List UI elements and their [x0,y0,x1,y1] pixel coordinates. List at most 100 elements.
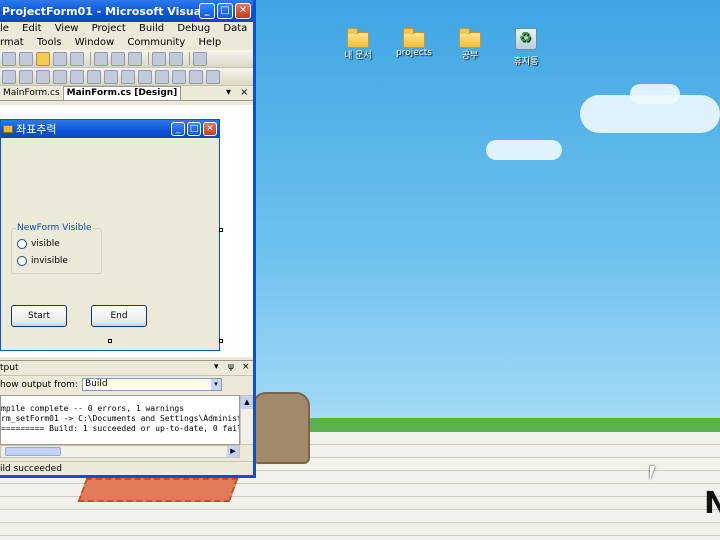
output-line: ========= Build: 1 succeeded or up-to-da… [1,424,240,433]
recycle-bin-icon [515,28,537,50]
mouse-cursor-icon [650,466,655,480]
menu-edit[interactable]: Edit [22,23,41,34]
output-line: mpile complete -- 0 errors, 1 warnings [1,404,185,413]
close-button[interactable]: ✕ [235,3,251,19]
document-tabs: MainForm.cs MainForm.cs [Design] ▾ × [0,86,253,101]
radio-visible[interactable]: visible [17,239,60,249]
scroll-thumb[interactable] [5,447,61,456]
menu-build[interactable]: Build [139,23,164,34]
output-line: rm_setForm01 -> C:\Documents and Setting… [1,414,240,423]
form-maximize-button[interactable]: □ [187,122,201,136]
maximize-button[interactable]: □ [217,3,233,19]
tab-mainform-design[interactable]: MainForm.cs [Design] [62,86,182,100]
toolbar-separator [148,52,149,65]
make-same-size-icon[interactable] [138,69,152,84]
open-icon[interactable] [36,51,50,66]
toolbar-separator [90,52,91,65]
designed-form[interactable]: 좌표추력 _ □ ✕ NewForm Visible visible invis… [0,119,220,351]
add-item-icon[interactable] [19,51,33,66]
radio-label: invisible [31,256,68,266]
cut-icon[interactable] [94,51,108,66]
form-close-button[interactable]: ✕ [203,122,217,136]
output-text[interactable]: mpile complete -- 0 errors, 1 warnings rm… [0,395,240,445]
resize-handle[interactable] [219,228,223,232]
radio-circle[interactable] [17,239,27,249]
bring-to-front-icon[interactable] [189,69,203,84]
spacing-icon[interactable] [172,69,186,84]
end-button[interactable]: End [91,305,147,327]
make-same-height-icon[interactable] [121,69,135,84]
new-project-icon[interactable] [2,51,16,66]
desktop-icon-projects[interactable]: projects [384,28,444,58]
make-same-width-icon[interactable] [104,69,118,84]
visual-studio-window[interactable]: ProjectForm01 - Microsoft Visual ... _ □… [0,0,256,478]
output-header: tput ▾ ψ × [0,361,253,376]
size-to-grid-icon[interactable] [155,69,169,84]
chevron-down-icon[interactable]: ▾ [210,379,221,390]
tab-close-icon[interactable]: × [240,87,248,98]
menu-bar-second-row: rmat Tools Window Community Help [0,36,253,50]
navigate-icon[interactable] [193,51,207,66]
form-titlebar[interactable]: 좌표추력 _ □ ✕ [1,120,219,138]
paste-icon[interactable] [128,51,142,66]
status-bar: ild succeeded [0,461,253,475]
desktop-icon-recycle-bin[interactable]: 휴지통 [496,28,556,67]
radio-circle[interactable] [17,256,27,266]
align-top-icon[interactable] [53,69,67,84]
output-horizontal-scrollbar[interactable]: ▶ [0,445,240,458]
radio-invisible[interactable]: invisible [17,256,68,266]
cloud [486,140,562,160]
tab-menu-icon[interactable]: ▾ [226,87,231,98]
send-to-back-icon[interactable] [206,69,220,84]
toolbar-separator [189,52,190,65]
menu-view[interactable]: View [55,23,79,34]
output-panel: tput ▾ ψ × how output from: Build ▾ mpil… [0,360,253,475]
newform-visible-groupbox[interactable]: NewForm Visible visible invisible [11,223,102,274]
rug [77,478,239,502]
output-source-select[interactable]: Build ▾ [81,378,222,391]
undo-icon[interactable] [152,51,166,66]
standard-toolbar [0,50,253,68]
align-right-icon[interactable] [36,69,50,84]
start-button[interactable]: Start [11,305,67,327]
groupbox-title: NewForm Visible [16,223,93,233]
desktop-icon-study[interactable]: 공부 [440,28,500,61]
resize-handle[interactable] [108,339,112,343]
show-output-label: how output from: [0,379,78,390]
desktop-icon-documents[interactable]: 내 문서 [328,28,388,61]
menu-format[interactable]: rmat [0,37,24,48]
resize-handle[interactable] [219,339,223,343]
scroll-right-icon[interactable]: ▶ [227,446,239,457]
menu-community[interactable]: Community [127,37,185,48]
output-vertical-scrollbar[interactable]: ▲ [240,395,253,445]
align-left-icon[interactable] [2,69,16,84]
align-middle-icon[interactable] [70,69,84,84]
desktop-icon-label: projects [396,48,432,58]
menu-help[interactable]: Help [198,37,221,48]
save-all-icon[interactable] [70,51,84,66]
panel-menu-icon[interactable]: ▾ [214,362,219,372]
menu-data[interactable]: Data [223,23,247,34]
cloud [630,84,680,104]
desktop-icon-label: 내 문서 [344,51,372,61]
menu-tools[interactable]: Tools [37,37,62,48]
align-center-icon[interactable] [19,69,33,84]
window-titlebar[interactable]: ProjectForm01 - Microsoft Visual ... _ □… [0,0,253,22]
folder-icon [459,28,481,48]
output-close-icon[interactable]: × [242,362,250,372]
minimize-button[interactable]: _ [199,3,215,19]
align-bottom-icon[interactable] [87,69,101,84]
menu-project[interactable]: Project [92,23,126,34]
menu-file[interactable]: le [0,23,9,34]
corner-text: N [704,486,720,521]
scroll-up-icon[interactable]: ▲ [241,396,253,409]
form-minimize-button[interactable]: _ [171,122,185,136]
tab-mainform-cs[interactable]: MainForm.cs [0,87,63,100]
menu-window[interactable]: Window [75,37,114,48]
redo-icon[interactable] [169,51,183,66]
pin-icon[interactable]: ψ [228,362,234,372]
menu-debug[interactable]: Debug [177,23,210,34]
save-icon[interactable] [53,51,67,66]
layout-toolbar [0,68,253,86]
copy-icon[interactable] [111,51,125,66]
